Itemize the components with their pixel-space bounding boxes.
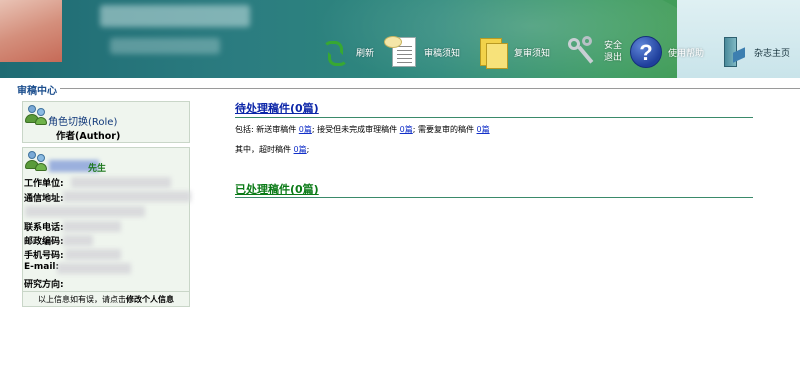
field-label-research: 研究方向: <box>24 280 64 290</box>
refresh-label: 刷新 <box>356 48 375 59</box>
overdue-count-link[interactable]: 0篇 <box>294 145 307 154</box>
banner-photo <box>0 0 62 62</box>
pending-manuscripts-heading[interactable]: 待处理稿件(0篇) <box>235 100 319 116</box>
field-value-redacted <box>57 263 131 274</box>
safe-logout-button[interactable]: 安全退出 <box>564 30 630 74</box>
new-count-link[interactable]: 0篇 <box>299 125 312 134</box>
field-label-workplace: 工作单位: <box>24 179 64 189</box>
field-label-mobile: 手机号码: <box>24 251 64 261</box>
overdue-label: 其中，超时稿件 <box>235 145 294 154</box>
new-label: 包括: 新送审稿件 <box>235 125 299 134</box>
profile-box: 先生 工作单位: 通信地址: 联系电话: 邮政编码: 手机号码: E-mail:… <box>22 147 191 308</box>
users-icon <box>25 104 47 126</box>
journal-home-button[interactable]: 杂志主页 <box>714 30 790 74</box>
journal-home-label: 杂志主页 <box>754 48 791 59</box>
field-value-redacted <box>65 249 121 260</box>
pending-breakdown: 包括: 新送审稿件 0篇; 接受但未完成审理稿件 0篇; 需要复审的稿件 0篇 <box>235 124 490 135</box>
field-value-redacted <box>25 206 145 217</box>
review-notice-label: 审稿须知 <box>424 48 461 59</box>
field-label-email: E-mail: <box>24 262 60 272</box>
safe-logout-label: 安全退出 <box>604 41 623 63</box>
section-title: 审稿中心 <box>17 86 57 97</box>
rereview-count-link[interactable]: 0篇 <box>477 125 490 134</box>
re-review-notice-label: 复审须知 <box>514 48 551 59</box>
current-role: 作者(Author) <box>56 131 121 142</box>
field-label-phone: 联系电话: <box>24 223 64 233</box>
field-label-postcode: 邮政编码: <box>24 237 64 247</box>
review-notice-button[interactable]: 审稿须知 <box>384 30 460 74</box>
edit-profile-link[interactable]: 修改个人信息 <box>126 295 174 304</box>
refresh-icon <box>316 34 352 70</box>
section-title-bar: 审稿中心 <box>0 78 800 97</box>
user-salutation: 先生 <box>88 164 107 174</box>
profile-note-text: 以上信息如有误，请点击 <box>38 295 126 304</box>
keys-icon <box>564 34 600 70</box>
section-title-divider <box>60 88 800 89</box>
accepted-label: ; 接受但未完成审理稿件 <box>311 125 400 134</box>
help-button[interactable]: ? 使用帮助 <box>628 30 704 74</box>
home-icon <box>714 34 750 70</box>
field-value-redacted <box>71 177 171 188</box>
help-glyph: ? <box>630 36 662 68</box>
accepted-count-link[interactable]: 0篇 <box>400 125 413 134</box>
help-label: 使用帮助 <box>668 48 705 59</box>
refresh-button[interactable]: 刷新 <box>316 30 374 74</box>
pending-divider <box>235 117 753 118</box>
journal-name-blurred <box>100 5 250 27</box>
document-icon <box>384 34 420 70</box>
re-review-notice-button[interactable]: 复审须知 <box>474 30 550 74</box>
role-switch-box: 角色切换(Role) 作者(Author) <box>22 101 190 143</box>
overdue-suffix: ; <box>306 145 310 154</box>
header-banner: 刷新 审稿须知 复审须知 安全退出 ? 使用帮助 杂志主页 <box>0 0 800 78</box>
journal-subtitle-blurred <box>110 38 220 54</box>
profile-note: 以上信息如有误，请点击修改个人信息 <box>23 291 189 308</box>
field-value-redacted <box>63 221 121 232</box>
field-value-redacted <box>63 191 191 202</box>
help-icon: ? <box>628 34 664 70</box>
field-label-address: 通信地址: <box>24 194 64 204</box>
role-switch-link[interactable]: 角色切换(Role) <box>48 113 117 128</box>
processed-divider <box>235 197 753 198</box>
folder-icon <box>474 34 510 70</box>
overdue-line: 其中，超时稿件 0篇; <box>235 144 309 155</box>
rereview-label: ; 需要复审的稿件 <box>412 125 477 134</box>
users-icon <box>25 150 47 172</box>
toolbar: 刷新 审稿须知 复审须知 安全退出 ? 使用帮助 杂志主页 <box>310 30 800 74</box>
processed-manuscripts-heading[interactable]: 已处理稿件(0篇) <box>235 181 319 197</box>
field-value-redacted <box>63 235 93 246</box>
